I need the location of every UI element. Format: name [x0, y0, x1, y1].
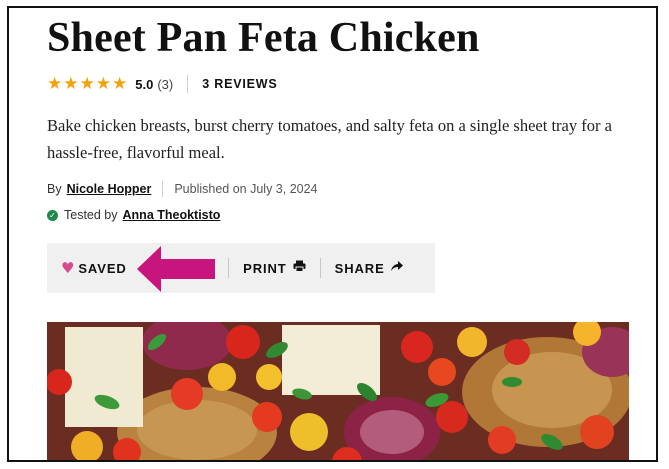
tester-link[interactable]: Anna Theoktisto [123, 208, 221, 222]
share-arrow-icon [390, 260, 403, 276]
author-link[interactable]: Nicole Hopper [67, 182, 152, 196]
print-label: PRINT [243, 260, 287, 276]
recipe-photo [47, 322, 629, 460]
star-icon: ★ [95, 73, 111, 94]
by-label: By [47, 182, 62, 196]
reviews-link[interactable]: 3 REVIEWS [202, 77, 277, 91]
rating-row: ★ ★ ★ ★ ★ 5.0 (3) 3 REVIEWS [47, 74, 278, 94]
star-icon: ★ [47, 73, 63, 94]
arrow-pointer-icon [137, 246, 215, 292]
star-icon: ★ [79, 73, 95, 94]
printer-icon [293, 260, 306, 276]
action-bar: ♥ SAVED ☆ PRINT SHARE [47, 243, 435, 293]
byline: By Nicole Hopper Published on July 3, 20… [47, 181, 318, 197]
page-frame: Sheet Pan Feta Chicken ★ ★ ★ ★ ★ 5.0 (3)… [7, 6, 658, 462]
check-badge-icon: ✓ [47, 209, 58, 221]
star-icon: ★ [63, 73, 79, 94]
recipe-summary: Bake chicken breasts, burst cherry tomat… [47, 116, 612, 162]
tested-label: Tested by [64, 208, 118, 222]
divider [162, 181, 164, 197]
saved-label: SAVED [78, 260, 127, 276]
star-rating[interactable]: ★ ★ ★ ★ ★ [47, 73, 128, 94]
heart-icon: ♥ [61, 259, 76, 277]
divider [187, 75, 189, 93]
star-icon: ★ [112, 73, 128, 94]
saved-button[interactable]: ♥ SAVED [47, 243, 141, 293]
recipe-title: Sheet Pan Feta Chicken [47, 15, 480, 61]
published-date: Published on July 3, 2024 [174, 182, 318, 196]
share-button[interactable]: SHARE [321, 243, 417, 293]
share-label: SHARE [334, 260, 385, 276]
rating-count: (3) [157, 76, 174, 92]
rating-value: 5.0 [135, 76, 154, 92]
tested-by-line: ✓ Tested by Anna Theoktisto [47, 208, 220, 222]
print-button[interactable]: PRINT [229, 243, 320, 293]
